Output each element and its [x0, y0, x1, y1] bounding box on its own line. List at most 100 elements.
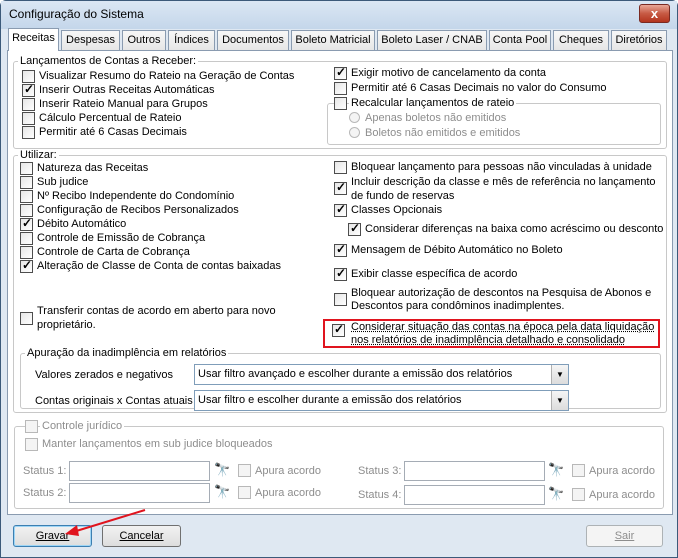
label-recibos-personalizados: Configuração de Recibos Personalizados: [37, 204, 239, 216]
checkbox-emissao-cobranca[interactable]: [20, 232, 33, 245]
label-transferir-contas-l1: Transferir contas de acordo em aberto pa…: [37, 305, 276, 317]
select-valores-zerados[interactable]: Usar filtro avançado e escolher durante …: [194, 364, 569, 385]
label-incluir-descricao-l2: de fundo de reservas: [351, 190, 455, 202]
checkbox-inserir-outras-receitas[interactable]: ✓: [22, 82, 35, 97]
tab-despesas[interactable]: Despesas: [61, 30, 120, 50]
label-bloquear-descontos-l1: Bloquear autorização de descontos na Pes…: [351, 287, 652, 299]
close-icon: x: [650, 6, 659, 21]
binoculars-icon[interactable]: 🔭: [546, 461, 567, 481]
window-title: Configuração do Sistema: [9, 7, 144, 21]
checkbox-apura-acordo-4[interactable]: [572, 488, 585, 501]
label-permitir-6-casas: Permitir até 6 Casas Decimais: [39, 126, 187, 138]
label-apura-acordo-4: Apura acordo: [589, 489, 656, 501]
checkbox-apura-acordo-3[interactable]: [572, 464, 585, 477]
chevron-down-icon[interactable]: ▼: [551, 391, 568, 410]
input-status-2[interactable]: [69, 483, 210, 503]
select-contas-originais[interactable]: Usar filtro e escolher durante a emissão…: [194, 390, 569, 411]
checkbox-transferir-contas[interactable]: [20, 312, 33, 325]
binoculars-icon[interactable]: 🔭: [546, 485, 567, 505]
checkbox-considerar-diferencas[interactable]: ✓: [348, 222, 361, 236]
check-icon: ✓: [22, 258, 33, 272]
checkbox-bloquear-lancamento[interactable]: [334, 161, 347, 174]
sair-label: Sair: [614, 530, 635, 542]
tab-diretorios[interactable]: Diretórios: [611, 30, 667, 50]
label-bloquear-descontos-l2: Descontos para condôminos inadimplentes.: [351, 300, 565, 312]
check-icon: ✓: [22, 216, 33, 230]
label-status-3: Status 3:: [358, 465, 402, 477]
label-inserir-outras-receitas: Inserir Outras Receitas Automáticas: [39, 84, 215, 96]
checkbox-permitir-6-casas-consumo[interactable]: [334, 82, 347, 95]
check-icon: ✓: [336, 180, 347, 194]
label-valores-zerados: Valores zerados e negativos: [35, 369, 173, 381]
checkbox-exigir-motivo[interactable]: ✓: [334, 65, 347, 80]
binoculars-icon[interactable]: 🔭: [212, 483, 233, 503]
label-incluir-descricao-l1: Incluir descrição da classe e mês de ref…: [351, 176, 656, 188]
checkbox-controle-juridico[interactable]: [25, 420, 38, 433]
red-arrow-icon: [65, 509, 146, 536]
tab-conta-pool[interactable]: Conta Pool: [489, 30, 551, 50]
checkbox-calculo-percentual[interactable]: [22, 112, 35, 125]
label-alteracao-classe: Alteração de Classe de Conta de contas b…: [37, 260, 281, 272]
checkbox-sub-judice[interactable]: [20, 176, 33, 189]
label-status-4: Status 4:: [358, 489, 402, 501]
label-calculo-percentual: Cálculo Percentual de Rateio: [39, 112, 182, 124]
checkbox-recibo-independente[interactable]: [20, 190, 33, 203]
label-recibo-independente: Nº Recibo Independente do Condomínio: [37, 190, 235, 202]
label-mensagem-debito: Mensagem de Débito Automático no Boleto: [351, 244, 563, 256]
input-status-4[interactable]: [404, 485, 545, 505]
apuracao-legend: Apuração da inadimplência em relatórios: [25, 347, 229, 360]
input-status-3[interactable]: [404, 461, 545, 481]
input-status-1[interactable]: [69, 461, 210, 481]
tab-indices[interactable]: Índices: [168, 30, 215, 50]
label-contas-originais: Contas originais x Contas atuais: [35, 395, 193, 407]
label-apura-acordo-2: Apura acordo: [255, 487, 322, 499]
tab-documentos[interactable]: Documentos: [217, 30, 289, 50]
check-icon: ✓: [24, 82, 35, 96]
highlight-box: [323, 319, 660, 348]
label-carta-cobranca: Controle de Carta de Cobrança: [37, 246, 190, 258]
label-apenas-nao-emitidos: Apenas boletos não emitidos: [365, 112, 507, 124]
label-exigir-motivo: Exigir motivo de cancelamento da conta: [351, 67, 547, 79]
label-manter-lancamentos: Manter lançamentos em sub judice bloquea…: [42, 438, 273, 450]
binoculars-icon[interactable]: 🔭: [212, 461, 233, 481]
checkbox-recalcular-rateio[interactable]: [334, 97, 347, 110]
label-debito-automatico: Débito Automático: [37, 218, 127, 230]
label-emissao-cobranca: Controle de Emissão de Cobrança: [37, 232, 206, 244]
checkbox-debito-automatico[interactable]: ✓: [20, 216, 33, 231]
checkbox-mensagem-debito[interactable]: ✓: [334, 243, 347, 257]
label-recalcular-rateio: Recalcular lançamentos de rateio: [349, 97, 517, 110]
checkbox-alteracao-classe[interactable]: ✓: [20, 258, 33, 273]
lancamentos-legend: Lançamentos de Contas a Receber:: [18, 55, 199, 68]
tab-cheques[interactable]: Cheques: [553, 30, 609, 50]
checkbox-classes-opcionais[interactable]: ✓: [334, 203, 347, 217]
checkbox-manter-lancamentos[interactable]: [25, 438, 38, 451]
tab-boleto-laser-cnab[interactable]: Boleto Laser / CNAB: [377, 30, 487, 50]
checkbox-bloquear-descontos[interactable]: [334, 293, 347, 306]
radio-nao-emitidos-e-emitidos[interactable]: [349, 127, 360, 138]
label-controle-juridico: Controle jurídico: [40, 420, 125, 433]
tab-receitas[interactable]: Receitas: [8, 28, 59, 51]
label-inserir-rateio-manual: Inserir Rateio Manual para Grupos: [39, 98, 208, 110]
label-apura-acordo-1: Apura acordo: [255, 465, 322, 477]
radio-apenas-nao-emitidos[interactable]: [349, 112, 360, 123]
tab-boleto-matricial[interactable]: Boleto Matricial: [291, 30, 375, 50]
checkbox-natureza-receitas[interactable]: [20, 162, 33, 175]
system-config-window: Configuração do Sistema x Receitas Despe…: [0, 0, 678, 558]
label-nao-emitidos-e-emitidos: Boletos não emitidos e emitidos: [365, 127, 521, 139]
checkbox-permitir-6-casas[interactable]: [22, 126, 35, 139]
chevron-down-icon[interactable]: ▼: [551, 365, 568, 384]
sair-button[interactable]: Sair: [586, 525, 663, 547]
checkbox-exibir-classe-acordo[interactable]: ✓: [334, 267, 347, 281]
label-status-2: Status 2:: [23, 487, 67, 499]
label-status-1: Status 1:: [23, 465, 67, 477]
checkbox-inserir-rateio-manual[interactable]: [22, 98, 35, 111]
label-considerar-diferencas: Considerar diferenças na baixa como acré…: [365, 223, 664, 235]
title-bar: Configuração do Sistema x: [1, 1, 677, 29]
checkbox-apura-acordo-1[interactable]: [238, 464, 251, 477]
checkbox-incluir-descricao[interactable]: ✓: [334, 180, 347, 195]
tab-outros[interactable]: Outros: [122, 30, 166, 50]
close-button[interactable]: x: [639, 4, 670, 23]
select-valores-zerados-value: Usar filtro avançado e escolher durante …: [198, 368, 513, 380]
checkbox-apura-acordo-2[interactable]: [238, 486, 251, 499]
check-icon: ✓: [336, 65, 347, 79]
